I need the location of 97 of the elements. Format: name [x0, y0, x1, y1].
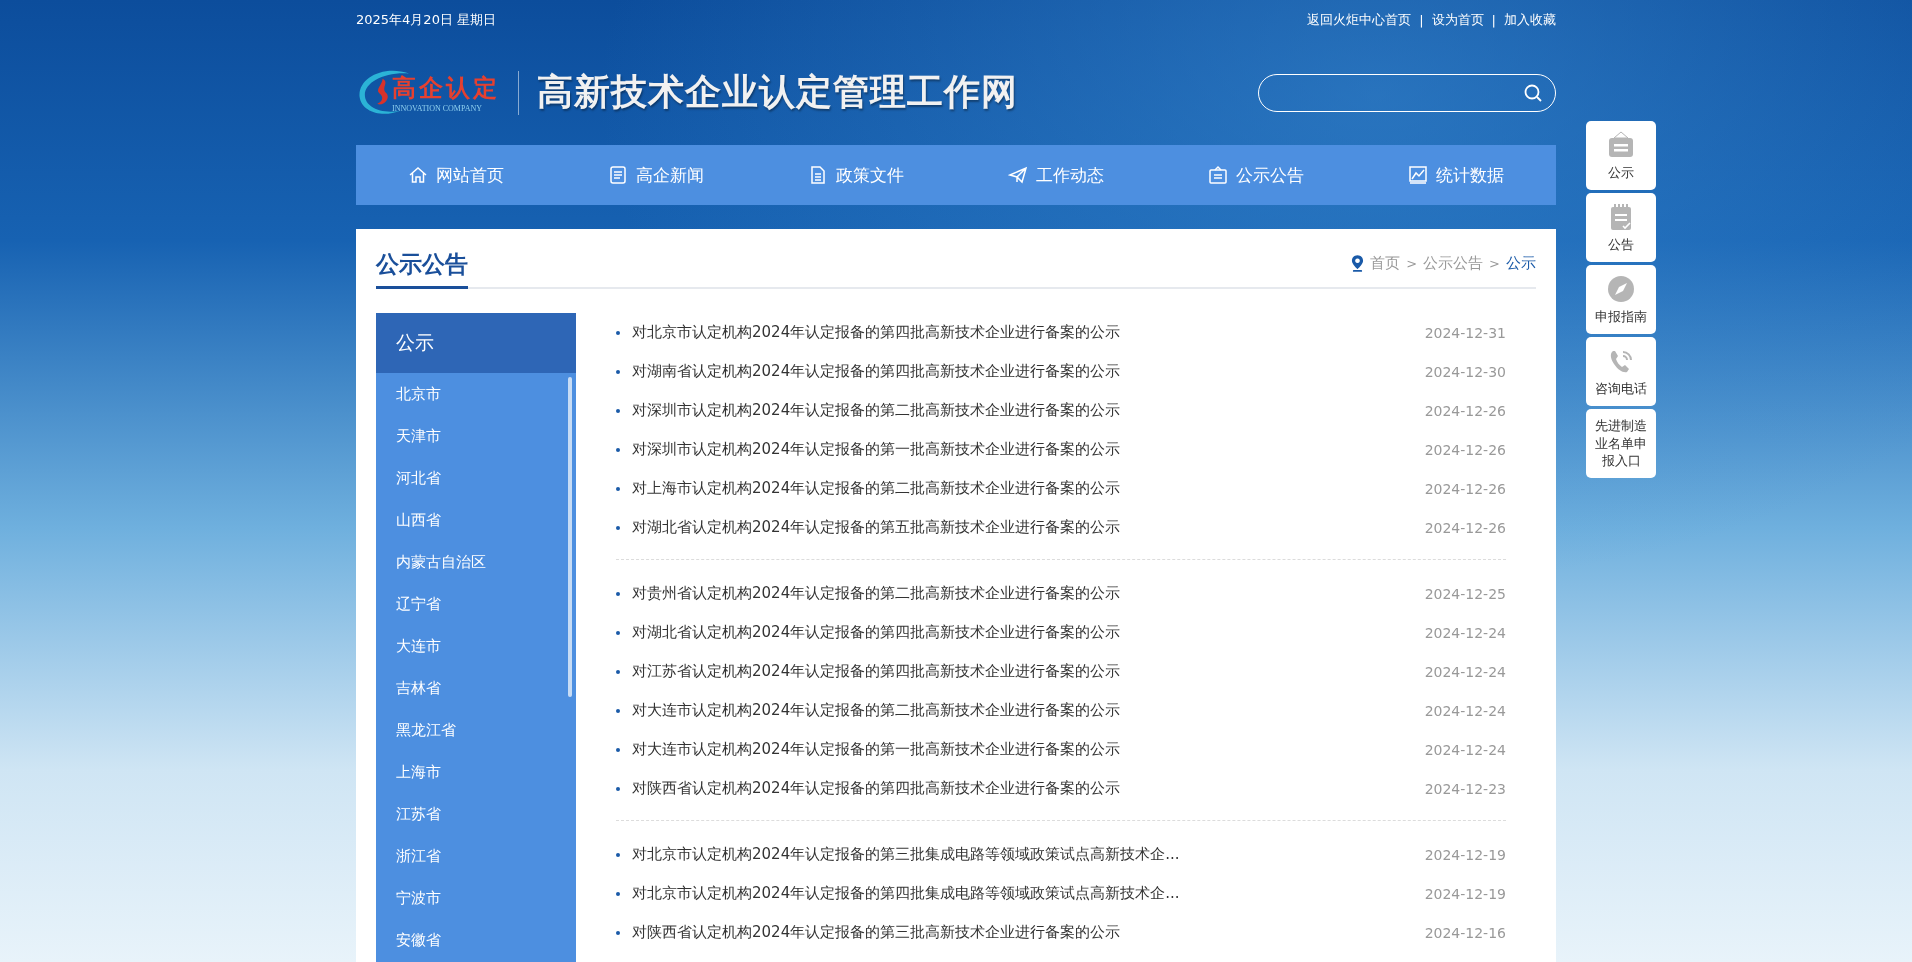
notice-link[interactable]: 对陕西省认定机构2024年认定报备的第三批高新技术企业进行备案的公示	[632, 923, 1405, 942]
notice-date: 2024-12-16	[1424, 924, 1506, 941]
logo-subtext: INNOVATION COMPANY	[392, 104, 483, 113]
nav-link[interactable]: 公示公告	[1156, 145, 1356, 205]
bullet-icon	[616, 852, 620, 857]
bullet-icon	[616, 447, 620, 452]
side-shortcut-button[interactable]: 申报指南	[1586, 265, 1656, 334]
sidebar-item[interactable]: 大连市	[396, 625, 564, 667]
bullet-icon	[616, 330, 620, 335]
bullet-icon	[616, 891, 620, 896]
bullet-icon	[616, 786, 620, 791]
sidebar-item[interactable]: 江苏省	[396, 793, 564, 835]
home-icon	[408, 165, 428, 185]
sidebar-item[interactable]: 内蒙古自治区	[396, 541, 564, 583]
bullet-icon	[616, 486, 620, 491]
notice-date: 2024-12-19	[1424, 846, 1506, 863]
notice-link[interactable]: 对大连市认定机构2024年认定报备的第一批高新技术企业进行备案的公示	[632, 740, 1405, 759]
notice-link[interactable]: 对江苏省认定机构2024年认定报备的第四批高新技术企业进行备案的公示	[632, 662, 1405, 681]
notice-date: 2024-12-26	[1424, 519, 1506, 536]
notice-link[interactable]: 对深圳市认定机构2024年认定报备的第一批高新技术企业进行备案的公示	[632, 440, 1405, 459]
side-shortcut-button[interactable]: 公告	[1586, 193, 1656, 262]
date-text: 2025年4月20日 星期日	[356, 11, 497, 29]
notice-date: 2024-12-23	[1424, 780, 1506, 797]
sidebar-title: 公示	[376, 313, 576, 373]
sidebar-item[interactable]: 山西省	[396, 499, 564, 541]
notice-date: 2024-12-24	[1424, 702, 1506, 719]
top-link[interactable]: 加入收藏	[1504, 11, 1556, 29]
notice-link[interactable]: 对大连市认定机构2024年认定报备的第二批高新技术企业进行备案的公示	[632, 701, 1405, 720]
notice-link[interactable]: 对深圳市认定机构2024年认定报备的第二批高新技术企业进行备案的公示	[632, 401, 1405, 420]
bullet-icon	[616, 747, 620, 752]
notice-link[interactable]: 对湖北省认定机构2024年认定报备的第五批高新技术企业进行备案的公示	[632, 518, 1405, 537]
signboard-icon	[1606, 129, 1636, 160]
nav-link[interactable]: 工作动态	[956, 145, 1156, 205]
breadcrumb-separator: >	[1406, 256, 1418, 271]
sidebar-item[interactable]: 浙江省	[396, 835, 564, 877]
notice-link[interactable]: 对北京市认定机构2024年认定报备的第四批集成电路等领域政策试点高新技术企...	[632, 884, 1405, 903]
notice-date: 2024-12-30	[1424, 363, 1506, 380]
breadcrumb-link[interactable]: 公示	[1506, 254, 1536, 273]
breadcrumb-link[interactable]: 首页	[1370, 254, 1401, 273]
sidebar-item[interactable]: 黑龙江省	[396, 709, 564, 751]
sidebar-item[interactable]: 河北省	[396, 457, 564, 499]
sidebar-item[interactable]: 北京市	[396, 373, 564, 415]
sidebar-item[interactable]: 辽宁省	[396, 583, 564, 625]
sidebar-item[interactable]: 安徽省	[396, 919, 564, 961]
notice-link[interactable]: 对北京市认定机构2024年认定报备的第四批高新技术企业进行备案的公示	[632, 323, 1405, 342]
bullet-icon	[616, 930, 620, 935]
paper-plane-icon	[1008, 165, 1028, 185]
notice-date: 2024-12-31	[1424, 324, 1506, 341]
scrollbar[interactable]	[568, 377, 572, 697]
notice-link[interactable]: 对湖北省认定机构2024年认定报备的第四批高新技术企业进行备案的公示	[632, 623, 1405, 642]
notice-date: 2024-12-26	[1424, 402, 1506, 419]
nav-link[interactable]: 政策文件	[756, 145, 956, 205]
notice-date: 2024-12-25	[1424, 585, 1506, 602]
compass-icon	[1606, 273, 1636, 304]
breadcrumb-separator: >	[1489, 256, 1500, 271]
bullet-icon	[616, 369, 620, 374]
notice-link[interactable]: 对湖南省认定机构2024年认定报备的第四批高新技术企业进行备案的公示	[632, 362, 1405, 381]
nav-link[interactable]: 统计数据	[1356, 145, 1556, 205]
sidebar-item[interactable]: 吉林省	[396, 667, 564, 709]
bullet-icon	[616, 408, 620, 413]
side-shortcut-button[interactable]: 公示	[1586, 121, 1656, 190]
sidebar-item[interactable]: 天津市	[396, 415, 564, 457]
logo-text: 高企认定	[392, 73, 500, 104]
clipboard-icon	[1208, 165, 1228, 185]
document-icon	[808, 165, 828, 185]
site-title: 高新技术企业认定管理工作网	[537, 69, 1018, 114]
bullet-icon	[616, 525, 620, 530]
separator-text: |	[1491, 12, 1496, 28]
notice-date: 2024-12-24	[1424, 663, 1506, 680]
sidebar-item[interactable]: 上海市	[396, 751, 564, 793]
side-shortcut-button[interactable]: 咨询电话	[1586, 337, 1656, 406]
bullet-icon	[616, 591, 620, 596]
search-icon[interactable]	[1523, 82, 1543, 103]
notice-link[interactable]: 对陕西省认定机构2024年认定报备的第四批高新技术企业进行备案的公示	[632, 779, 1405, 798]
separator-text: |	[1419, 12, 1424, 28]
notice-date: 2024-12-19	[1424, 885, 1506, 902]
nav-link[interactable]: 高企新闻	[556, 145, 756, 205]
notice-link[interactable]: 对北京市认定机构2024年认定报备的第三批集成电路等领域政策试点高新技术企...	[632, 845, 1405, 864]
notice-link[interactable]: 对上海市认定机构2024年认定报备的第二批高新技术企业进行备案的公示	[632, 479, 1405, 498]
bullet-icon	[616, 708, 620, 713]
news-icon	[608, 165, 628, 185]
notice-date: 2024-12-26	[1424, 480, 1506, 497]
bullet-icon	[616, 669, 620, 674]
nav-link[interactable]: 网站首页	[356, 145, 556, 205]
sidebar-item[interactable]: 宁波市	[396, 877, 564, 919]
notice-date: 2024-12-26	[1424, 441, 1506, 458]
chart-icon	[1408, 165, 1428, 185]
top-link[interactable]: 返回火炬中心首页	[1307, 11, 1412, 29]
notice-link[interactable]: 对贵州省认定机构2024年认定报备的第二批高新技术企业进行备案的公示	[632, 584, 1405, 603]
bullet-icon	[616, 630, 620, 635]
section-title: 公示公告	[376, 249, 468, 289]
side-shortcut-button[interactable]: 先进制造业名单申报入口	[1586, 409, 1656, 478]
notice-date: 2024-12-24	[1424, 741, 1506, 758]
top-link[interactable]: 设为首页	[1431, 11, 1484, 29]
breadcrumb-link[interactable]: 公示公告	[1423, 254, 1484, 273]
location-pin-icon	[1351, 255, 1365, 272]
notice-date: 2024-12-24	[1424, 624, 1506, 641]
